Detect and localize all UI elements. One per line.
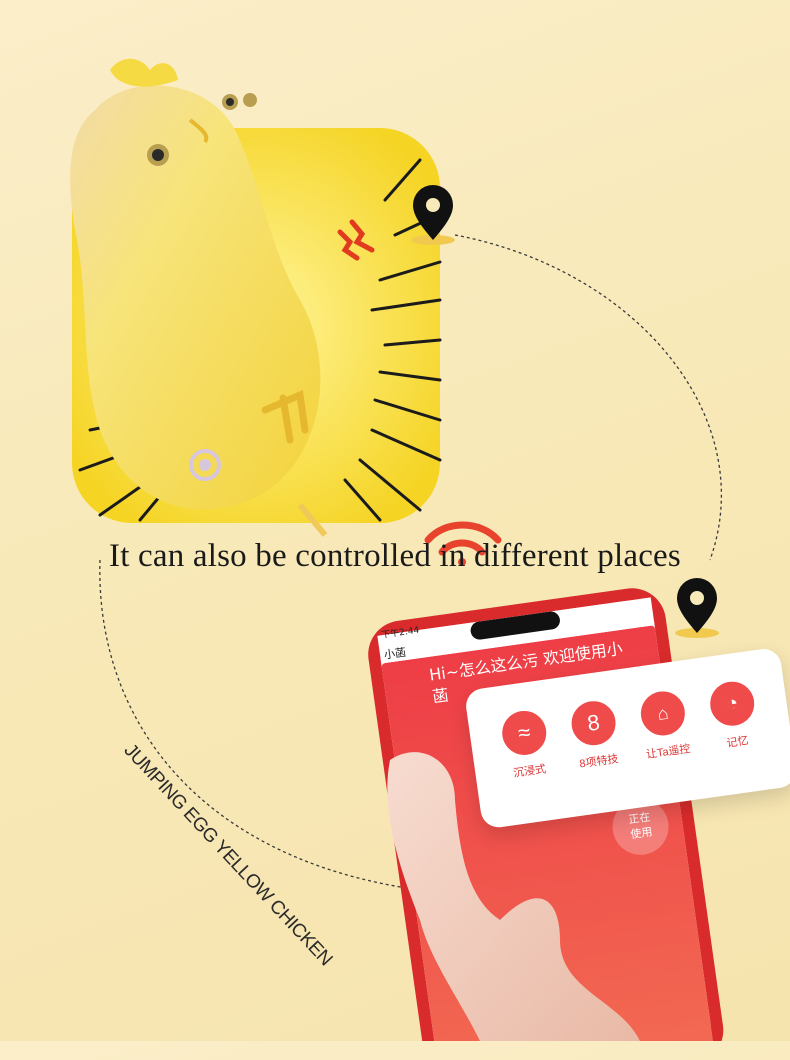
mode-item[interactable]: 8 8项特技 [559,697,632,773]
mode-label: 沉浸式 [512,763,547,780]
location-pin-icon-right [675,578,719,638]
eight-icon: 8 [568,698,619,749]
mode-label: 记忆 [725,734,750,750]
status-time: 下午2:44 [380,625,420,641]
headline: It can also be controlled in different p… [109,538,681,574]
mode-label: 让Ta遥控 [645,743,692,762]
mode-item[interactable]: ◔ 记忆 [697,677,770,753]
mode-label: 8项特技 [578,753,620,771]
app-name: 小菡 [383,645,407,662]
remote-icon: ⌂ [638,688,688,739]
clock-icon: ◔ [707,678,758,729]
waves-icon: ≈ [499,708,550,758]
dashed-route [454,234,722,561]
mode-item[interactable]: ≈ 沉浸式 [489,707,562,783]
mode-item[interactable]: ⌂ 让Ta遥控 [628,687,701,763]
